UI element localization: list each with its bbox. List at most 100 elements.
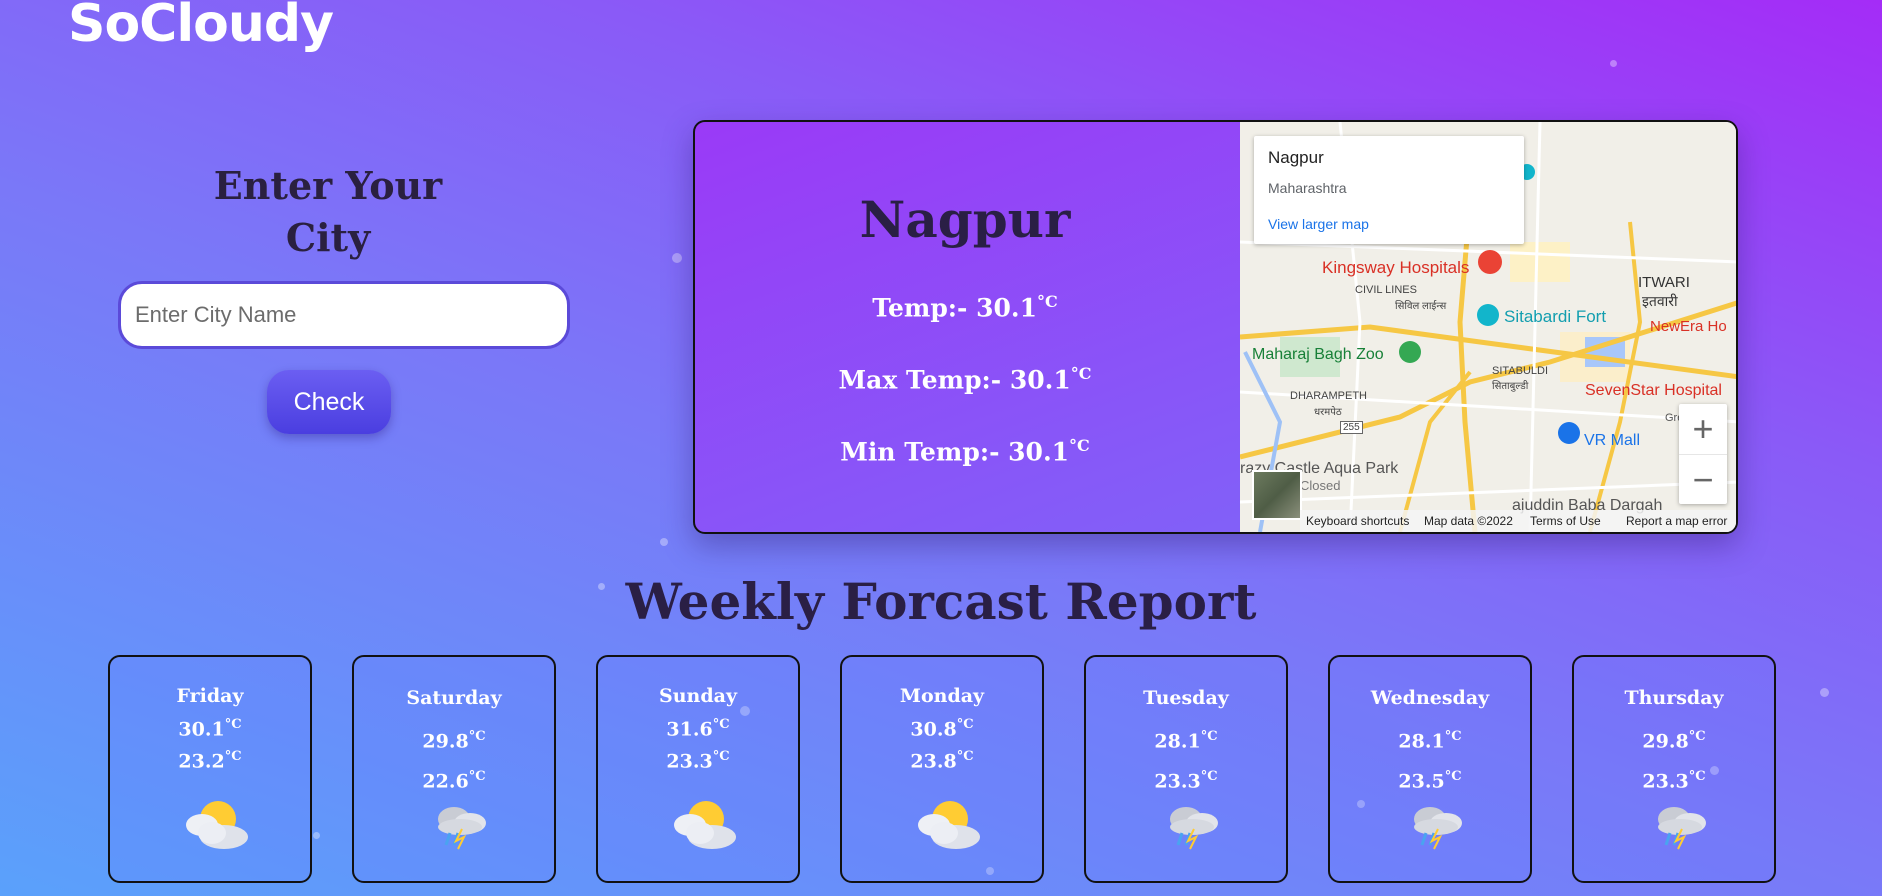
map-label-sevenstar[interactable]: SevenStar Hospital bbox=[1585, 382, 1722, 400]
day-name: Saturday bbox=[406, 687, 502, 709]
temp-unit: °C bbox=[712, 717, 730, 732]
day-max-temp: 31.6°C bbox=[598, 717, 798, 740]
current-max-temp-value: Max Temp:- 30.1 bbox=[838, 365, 1071, 395]
map-label-itwari-local: इतवारी bbox=[1642, 293, 1678, 309]
temp-unit: °C bbox=[1688, 729, 1706, 744]
current-city-name: Nagpur bbox=[859, 190, 1071, 249]
map-label-sitabuldi-local: सिताबुल्डी bbox=[1492, 381, 1529, 392]
map-label-dharampeth: DHARAMPETH bbox=[1290, 390, 1368, 402]
day-max-temp: 30.8°C bbox=[842, 717, 1042, 740]
current-temp-value: Temp:- 30.1 bbox=[872, 293, 1038, 323]
temp-unit: °C bbox=[1444, 729, 1462, 744]
snow-particle bbox=[313, 832, 320, 839]
temp-unit: °C bbox=[1070, 364, 1092, 383]
sun-behind-cloud-icon bbox=[660, 793, 740, 853]
map-label-sitabardi-fort[interactable]: Sitabardi Fort bbox=[1504, 307, 1606, 327]
day-name: Sunday bbox=[659, 685, 737, 707]
map-footer: Keyboard shortcuts Map data ©2022 Terms … bbox=[1300, 510, 1736, 532]
day-name: Monday bbox=[899, 685, 985, 707]
snow-particle bbox=[1610, 60, 1617, 67]
cloud-rain-icon bbox=[1392, 793, 1472, 853]
map-place-popup: Nagpur Maharashtra View larger map bbox=[1254, 136, 1524, 244]
map-zoom-in-button[interactable]: + bbox=[1679, 404, 1727, 455]
map-report-error-link[interactable]: Report a map error bbox=[1626, 514, 1727, 528]
current-min-temp-value: Min Temp:- 30.1 bbox=[840, 437, 1070, 467]
map-popup-subtitle: Maharashtra bbox=[1268, 180, 1347, 196]
map-popup-title: Nagpur bbox=[1268, 148, 1324, 167]
temp-unit: °C bbox=[468, 769, 486, 784]
sun-behind-cloud-icon bbox=[172, 793, 252, 853]
sun-behind-cloud-icon bbox=[904, 793, 984, 853]
day-max-temp: 29.8°C bbox=[354, 729, 554, 752]
temp-unit: °C bbox=[224, 717, 242, 732]
day-min-temp-value: 23.8 bbox=[910, 750, 957, 773]
map-satellite-toggle[interactable] bbox=[1252, 470, 1302, 520]
day-max-temp-value: 29.8 bbox=[1642, 730, 1689, 753]
map-terms-link[interactable]: Terms of Use bbox=[1530, 514, 1601, 528]
current-temp: Temp:- 30.1°C bbox=[695, 292, 1235, 322]
day-max-temp-value: 30.8 bbox=[910, 718, 957, 741]
day-card-wednesday: Wednesday 28.1°C 23.5°C bbox=[1328, 655, 1532, 883]
temp-unit: °C bbox=[1200, 769, 1218, 784]
day-card-tuesday: Tuesday 28.1°C 23.3°C bbox=[1084, 655, 1288, 883]
temp-unit: °C bbox=[956, 717, 974, 732]
day-min-temp: 23.5°C bbox=[1330, 769, 1530, 792]
check-button[interactable]: Check bbox=[267, 370, 391, 434]
embedded-map[interactable]: Nagpur Maharashtra View larger map Kings… bbox=[1240, 122, 1736, 532]
temp-unit: °C bbox=[1200, 729, 1218, 744]
temp-unit: °C bbox=[956, 749, 974, 764]
snow-particle bbox=[1820, 688, 1829, 697]
day-name: Tuesday bbox=[1143, 687, 1229, 709]
temp-unit: °C bbox=[712, 749, 730, 764]
day-min-temp-value: 22.6 bbox=[422, 770, 469, 793]
day-min-temp-value: 23.3 bbox=[1642, 770, 1689, 793]
day-card-sunday: Sunday 31.6°C 23.3°C bbox=[596, 655, 800, 883]
map-keyboard-shortcuts-link[interactable]: Keyboard shortcuts bbox=[1306, 514, 1409, 528]
day-min-temp: 23.2°C bbox=[110, 749, 310, 772]
city-heading: Enter Your City bbox=[208, 160, 448, 264]
day-min-temp: 23.3°C bbox=[598, 749, 798, 772]
map-label-maharaj-bagh[interactable]: Maharaj Bagh Zoo bbox=[1252, 346, 1384, 364]
map-route-shield: 255 bbox=[1340, 421, 1363, 434]
day-card-saturday: Saturday 29.8°C 22.6°C bbox=[352, 655, 556, 883]
temp-unit: °C bbox=[1037, 292, 1058, 311]
day-min-temp: 23.3°C bbox=[1574, 769, 1774, 792]
current-weather-card: Nagpur Temp:- 30.1°C Max Temp:- 30.1°C M… bbox=[693, 120, 1738, 534]
map-label-kingsway[interactable]: Kingsway Hospitals bbox=[1322, 258, 1469, 278]
cloud-rain-icon bbox=[416, 793, 496, 853]
app-logo[interactable]: SoCloudy bbox=[68, 0, 334, 54]
map-label-vr-mall[interactable]: VR Mall bbox=[1584, 432, 1640, 450]
map-data-attribution: Map data ©2022 bbox=[1424, 514, 1513, 528]
map-label-newera[interactable]: NewEra Ho bbox=[1650, 318, 1727, 335]
map-label-sitabuldi: SITABULDI bbox=[1492, 365, 1549, 377]
city-search-input[interactable] bbox=[118, 281, 570, 349]
day-max-temp-value: 28.1 bbox=[1398, 730, 1445, 753]
day-card-monday: Monday 30.8°C 23.8°C bbox=[840, 655, 1044, 883]
day-card-thursday: Thursday 29.8°C 23.3°C bbox=[1572, 655, 1776, 883]
day-max-temp-value: 30.1 bbox=[178, 718, 225, 741]
map-label-dharampeth-local: धरमपेठ bbox=[1314, 407, 1342, 418]
current-min-temp: Min Temp:- 30.1°C bbox=[695, 436, 1235, 466]
map-zoom-out-button[interactable]: − bbox=[1679, 455, 1727, 505]
temp-unit: °C bbox=[224, 749, 242, 764]
day-max-temp: 28.1°C bbox=[1086, 729, 1286, 752]
day-min-temp-value: 23.3 bbox=[1154, 770, 1201, 793]
cloud-rain-icon bbox=[1636, 793, 1716, 853]
temp-unit: °C bbox=[1069, 436, 1090, 455]
day-max-temp: 28.1°C bbox=[1330, 729, 1530, 752]
view-larger-map-link[interactable]: View larger map bbox=[1268, 216, 1369, 232]
day-max-temp-value: 31.6 bbox=[666, 718, 713, 741]
day-max-temp-value: 29.8 bbox=[422, 730, 469, 753]
temp-unit: °C bbox=[1444, 769, 1462, 784]
map-label-closed: Closed bbox=[1300, 478, 1341, 493]
day-name: Wednesday bbox=[1370, 687, 1490, 709]
map-label-civil-lines: CIVIL LINES bbox=[1355, 284, 1417, 296]
day-min-temp-value: 23.2 bbox=[178, 750, 225, 773]
snow-particle bbox=[672, 253, 682, 263]
cloud-rain-icon bbox=[1148, 793, 1228, 853]
day-min-temp: 23.3°C bbox=[1086, 769, 1286, 792]
temp-unit: °C bbox=[1688, 769, 1706, 784]
day-min-temp: 22.6°C bbox=[354, 769, 554, 792]
map-zoom-control: + − bbox=[1679, 404, 1727, 504]
city-heading-line2: City bbox=[285, 215, 371, 260]
